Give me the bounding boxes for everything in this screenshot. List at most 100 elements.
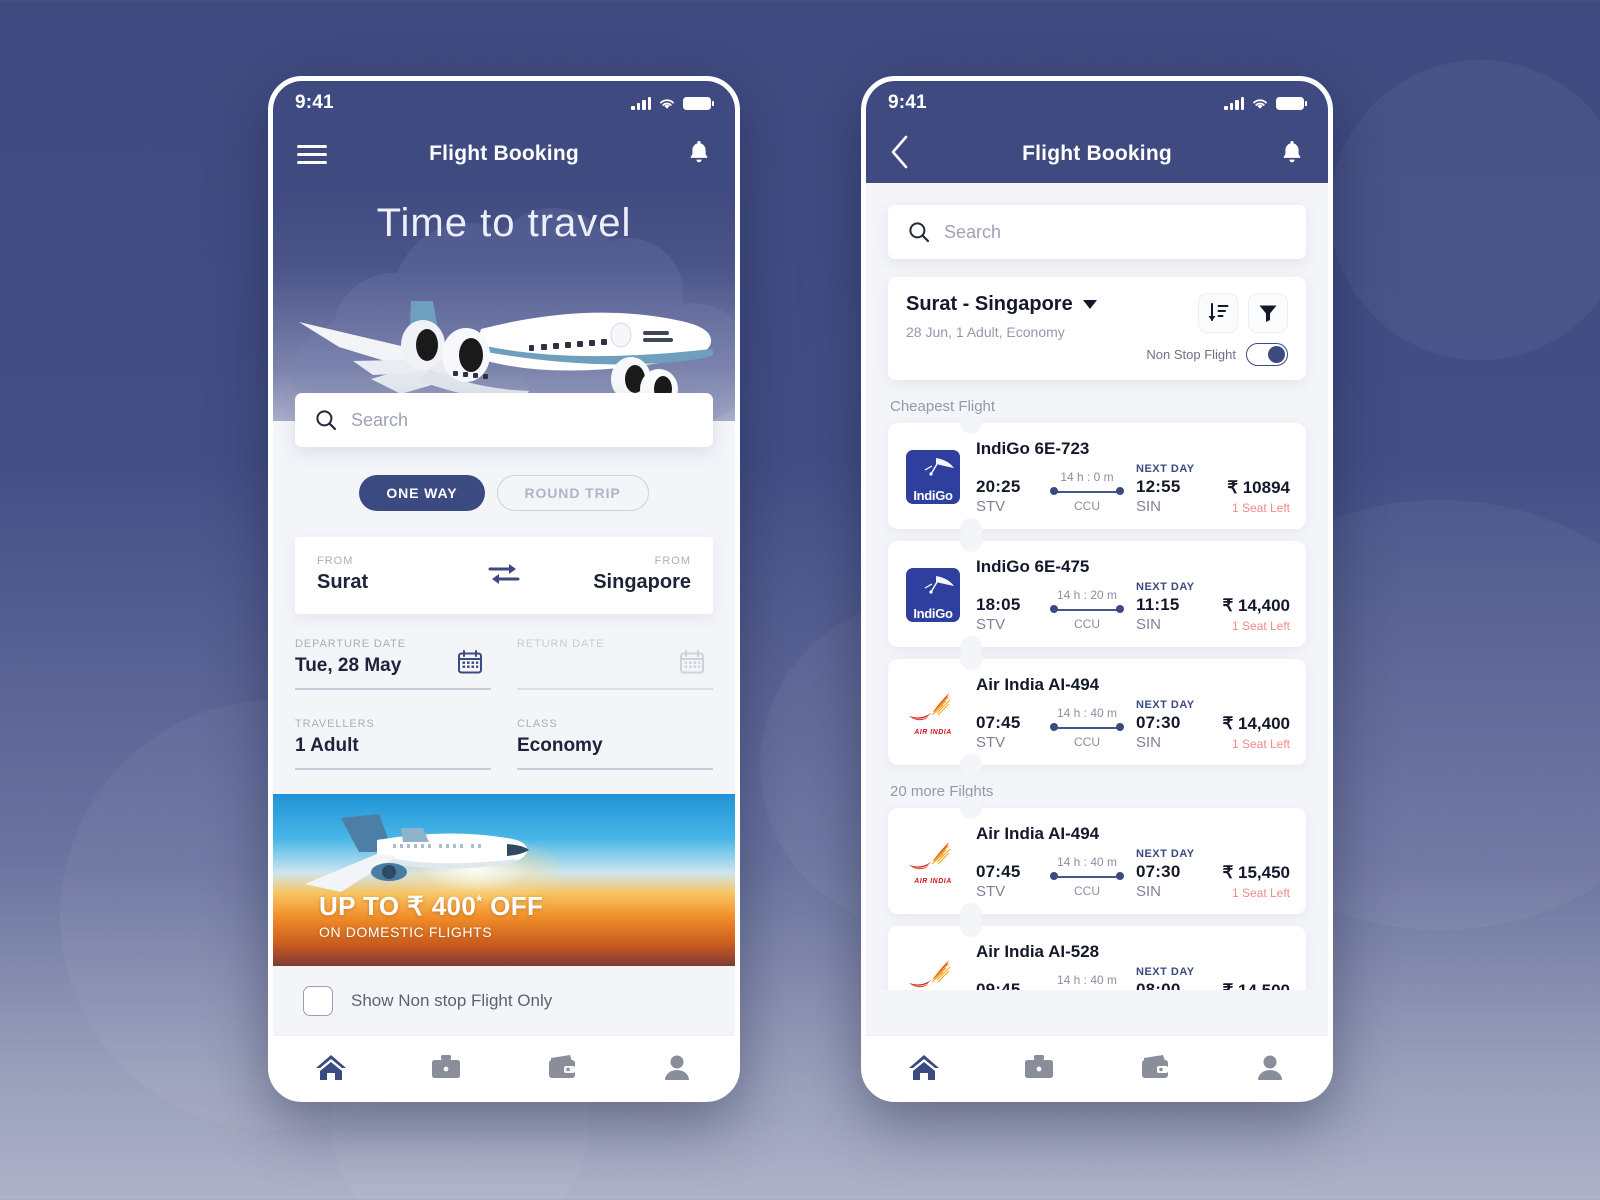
route-line <box>1048 723 1126 732</box>
signal-bars-icon <box>631 96 651 110</box>
destination-field[interactable]: FROM Singapore <box>535 555 691 594</box>
search-icon <box>909 222 930 243</box>
arrival-block: NEXT DAY 07:30 SIN <box>1136 699 1198 751</box>
class-field[interactable]: CLASS Economy <box>517 718 713 770</box>
nav-profile[interactable] <box>1213 1053 1329 1081</box>
departure-code: STV <box>976 734 1006 751</box>
right-screen-body: Search Surat - Singapore 28 Jun, 1 Adult… <box>866 205 1328 1097</box>
departure-block: 20:25 STV <box>976 477 1038 515</box>
class-value: Economy <box>517 735 603 756</box>
nav-wallet[interactable] <box>1097 1053 1213 1081</box>
swap-arrows-icon[interactable] <box>473 561 535 594</box>
hamburger-menu-icon[interactable] <box>297 140 327 169</box>
phone-mockup-right: 9:41 Flight Booking Search Surat - Singa… <box>861 76 1333 1102</box>
seats-left-badge: 1 Seat Left <box>1231 619 1290 633</box>
indigo-logo: IndiGo <box>906 450 960 504</box>
duration-block: 14 h : 40 m CCU <box>1038 855 1136 900</box>
notification-bell-icon[interactable] <box>687 139 711 170</box>
flight-name: Air India AI-494 <box>976 824 1100 843</box>
bottom-navigation <box>273 1035 735 1097</box>
flight-results-list[interactable]: Cheapest Flight IndiGo IndiGo 6E-723 20:… <box>866 380 1328 990</box>
travellers-field[interactable]: TRAVELLERS 1 Adult <box>295 718 491 770</box>
route-card: FROM Surat FROM Singapore <box>295 537 713 614</box>
page-title: Flight Booking <box>429 142 579 165</box>
duration-block: 14 h : 0 m CCU <box>1038 470 1136 515</box>
flight-card[interactable]: IndiGo IndiGo 6E-723 20:25 STV 14 h : 0 … <box>888 412 1306 540</box>
travellers-value: 1 Adult <box>295 735 359 756</box>
airline-logo: AIR INDIA <box>904 835 962 889</box>
wallet-icon <box>1141 1054 1168 1078</box>
section-label: Cheapest Flight <box>890 398 996 415</box>
duration-block: 14 h : 20 m CCU <box>1038 588 1136 633</box>
flight-card[interactable]: AIR INDIA Air India AI-494 07:45 STV 14 … <box>888 648 1306 776</box>
stopover-code: CCU <box>1074 884 1100 898</box>
flight-price: ₹ 14,400 <box>1222 714 1290 733</box>
next-day-badge: NEXT DAY <box>1136 581 1195 593</box>
search-input[interactable]: Search <box>295 393 713 447</box>
stopover-code: CCU <box>1074 617 1100 631</box>
back-chevron-icon[interactable] <box>890 135 910 174</box>
phone-mockup-left: 9:41 Flight Booking Time to travel Searc… <box>268 76 740 1102</box>
origin-field[interactable]: FROM Surat <box>317 555 473 594</box>
notification-bell-icon[interactable] <box>1280 139 1304 170</box>
nav-wallet[interactable] <box>504 1053 620 1081</box>
flight-duration: 14 h : 0 m <box>1060 470 1114 484</box>
flight-name: Air India AI-528 <box>976 942 1100 961</box>
nav-home[interactable] <box>866 1052 982 1082</box>
bottom-navigation <box>866 1035 1328 1097</box>
calendar-icon[interactable] <box>457 649 483 680</box>
filter-button[interactable] <box>1248 293 1288 333</box>
arrival-time: 11:15 <box>1136 595 1180 614</box>
round-trip-button[interactable]: ROUND TRIP <box>496 475 649 511</box>
one-way-button[interactable]: ONE WAY <box>359 475 485 511</box>
arrival-block: NEXT DAY 11:15 SIN <box>1136 581 1198 633</box>
profile-icon <box>665 1055 690 1080</box>
calendar-icon[interactable] <box>679 649 705 680</box>
filter-summary-card: Surat - Singapore 28 Jun, 1 Adult, Econo… <box>888 277 1306 380</box>
destination-label: FROM <box>654 555 691 567</box>
nav-bookings[interactable] <box>982 1053 1098 1081</box>
nonstop-checkbox[interactable] <box>303 986 333 1016</box>
nav-bookings[interactable] <box>389 1053 505 1081</box>
search-placeholder: Search <box>351 409 409 430</box>
departure-code: STV <box>976 498 1006 515</box>
nav-profile[interactable] <box>620 1053 736 1081</box>
next-day-badge: NEXT DAY <box>1136 699 1195 711</box>
flight-card[interactable]: IndiGo IndiGo 6E-475 18:05 STV 14 h : 20… <box>888 530 1306 658</box>
wifi-icon <box>660 98 674 109</box>
status-bar: 9:41 <box>273 81 735 125</box>
seats-left-badge: 1 Seat Left <box>1231 886 1290 900</box>
promo-subtext: ON DOMESTIC FLIGHTS <box>319 924 493 940</box>
arrival-code: SIN <box>1136 883 1162 900</box>
wifi-icon <box>1253 98 1267 109</box>
route-summary[interactable]: Surat - Singapore 28 Jun, 1 Adult, Econo… <box>906 293 1097 366</box>
departure-date-field[interactable]: DEPARTURE DATE Tue, 28 May <box>295 638 491 690</box>
flight-name: Air India AI-494 <box>976 675 1100 694</box>
destination-value: Singapore <box>593 571 691 593</box>
hero-title: Time to travel <box>376 201 632 245</box>
price-block: ₹ 14,400 1 Seat Left <box>1198 714 1290 751</box>
sort-button[interactable] <box>1198 293 1238 333</box>
left-screen-body: Search ONE WAY ROUND TRIP FROM Surat FRO… <box>273 393 735 1016</box>
trip-details-text: 28 Jun, 1 Adult, Economy <box>906 324 1065 340</box>
flight-name: IndiGo 6E-723 <box>976 439 1090 458</box>
app-bar: Flight Booking <box>273 125 735 183</box>
duration-block: 14 h : 40 m CCU <box>1038 973 1136 990</box>
return-date-field[interactable]: RETURN DATE <box>517 638 713 690</box>
search-input[interactable]: Search <box>888 205 1306 259</box>
departure-block: 09:45 STV <box>976 980 1038 990</box>
departure-time: 09:45 <box>976 980 1021 990</box>
stopover-code: CCU <box>1074 735 1100 749</box>
nonstop-toggle-row: Non Stop Flight <box>1146 343 1288 366</box>
departure-time: 18:05 <box>976 595 1021 614</box>
chevron-down-icon[interactable] <box>1082 300 1097 309</box>
promo-banner[interactable]: UP TO ₹ 400* OFF ON DOMESTIC FLIGHTS <box>273 794 735 966</box>
nav-home[interactable] <box>273 1052 389 1082</box>
flight-card[interactable]: AIR INDIA Air India AI-528 09:45 STV 14 … <box>888 915 1306 990</box>
battery-icon <box>1276 96 1308 110</box>
arrival-block: NEXT DAY 07:30 SIN <box>1136 848 1198 900</box>
flight-card[interactable]: AIR INDIA Air India AI-494 07:45 STV 14 … <box>888 797 1306 925</box>
travellers-label: TRAVELLERS <box>295 718 375 730</box>
nonstop-toggle[interactable] <box>1246 343 1288 366</box>
class-label: CLASS <box>517 718 558 730</box>
